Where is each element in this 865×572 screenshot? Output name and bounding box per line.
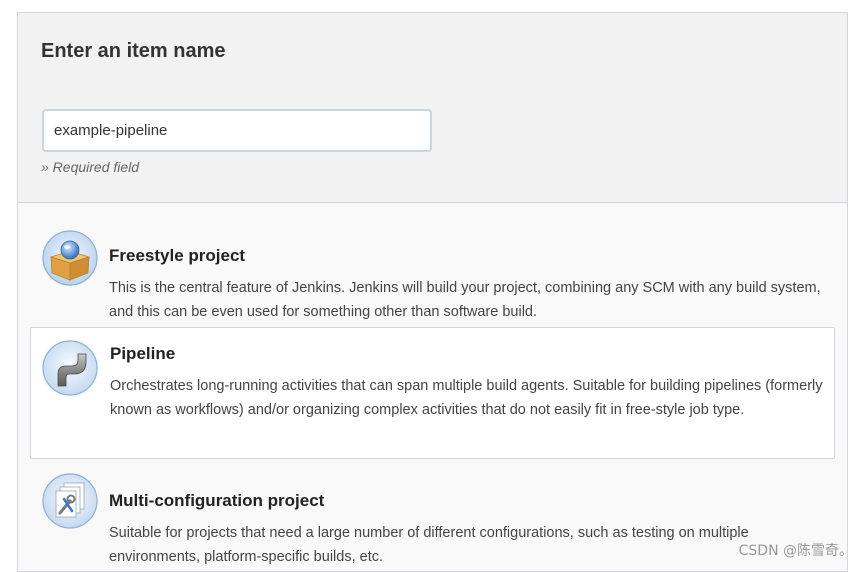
item-name-input[interactable] — [42, 109, 432, 152]
item-title: Multi-configuration project — [109, 491, 324, 511]
item-type-pipeline[interactable]: Pipeline Orchestrates long-running activ… — [30, 327, 835, 459]
item-description: This is the central feature of Jenkins. … — [109, 276, 829, 324]
pipeline-icon — [42, 340, 98, 396]
freestyle-project-icon — [42, 230, 98, 286]
required-field-note: » Required field — [41, 159, 139, 175]
item-name-title: Enter an item name — [41, 40, 226, 63]
item-type-multi-configuration-project[interactable]: Multi-configuration project Suitable for… — [18, 459, 847, 572]
watermark: CSDN @陈雪奇。 — [739, 540, 853, 560]
item-title: Pipeline — [110, 344, 175, 364]
item-description: Suitable for projects that need a large … — [109, 521, 829, 569]
item-description: Orchestrates long-running activities tha… — [110, 374, 830, 422]
item-type-freestyle-project[interactable]: Freestyle project This is the central fe… — [18, 204, 847, 328]
item-name-section: Enter an item name » Required field — [18, 13, 847, 203]
item-title: Freestyle project — [109, 246, 245, 266]
new-item-panel: Enter an item name » Required field — [17, 12, 848, 572]
multi-configuration-icon — [42, 473, 98, 529]
